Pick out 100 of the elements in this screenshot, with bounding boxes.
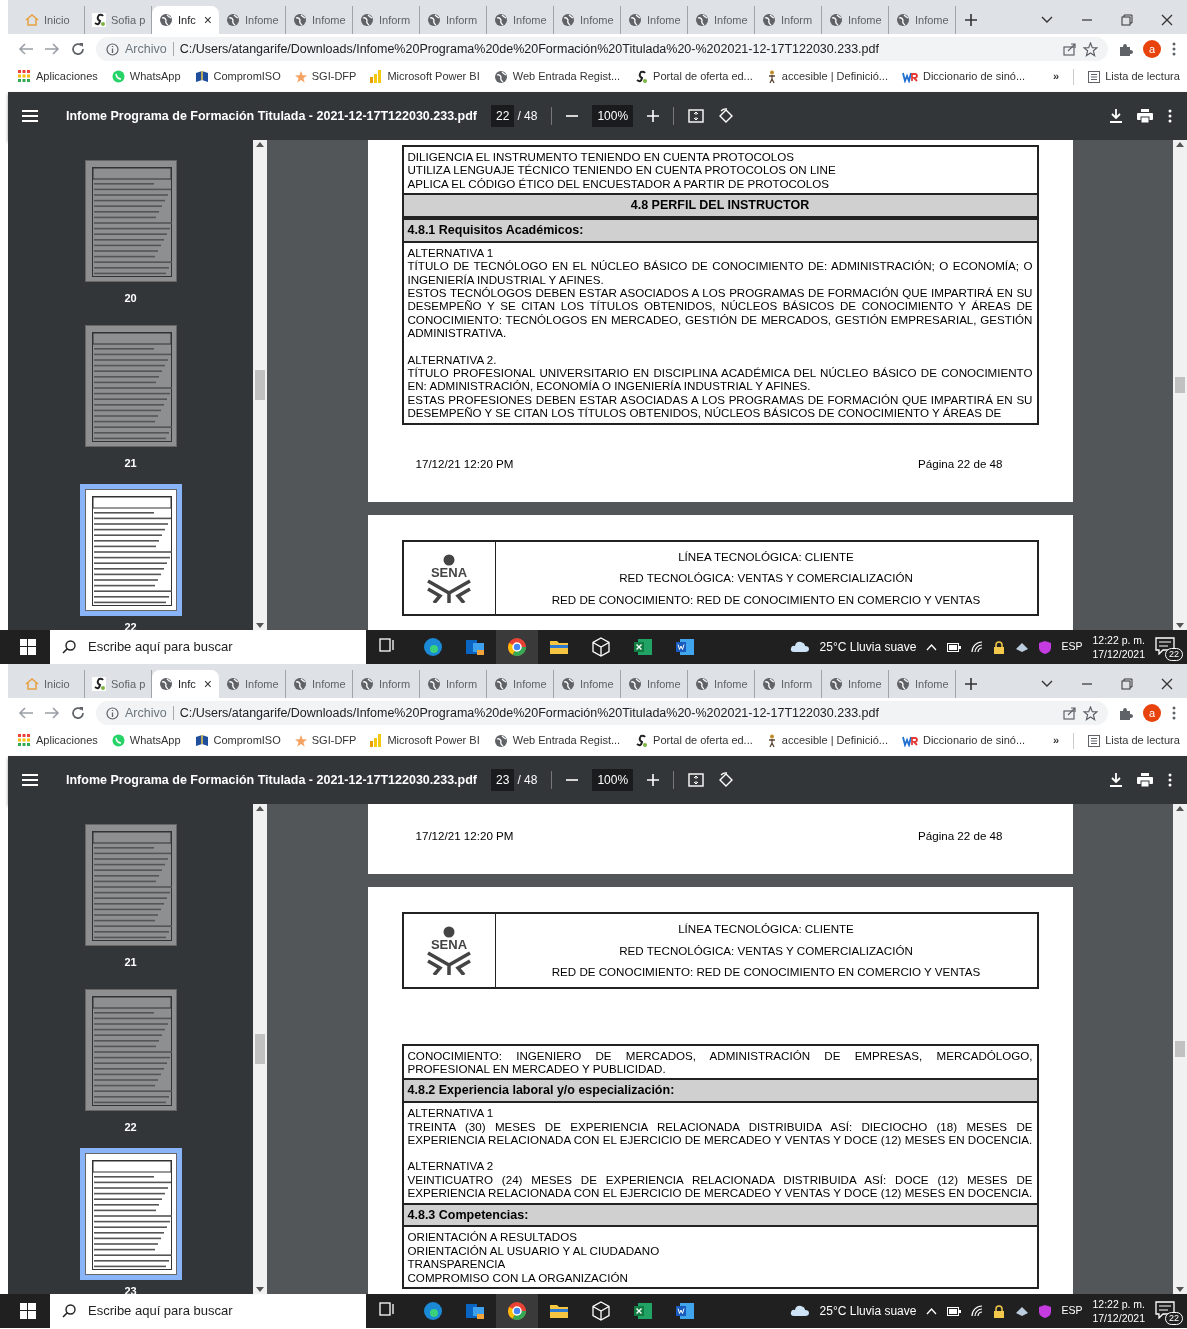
padlock-icon[interactable]	[993, 1304, 1006, 1318]
language-indicator[interactable]: ESP	[1061, 1303, 1083, 1319]
bookmark-link[interactable]: Web Entrada Regist...	[493, 68, 621, 85]
page-number-field[interactable]: 22	[491, 105, 515, 127]
scrollbar-thumb[interactable]	[1175, 377, 1185, 393]
edge-browser-icon[interactable]	[423, 637, 443, 657]
bookmark-link[interactable]: Diccionario de sinó...	[901, 732, 1026, 749]
scroll-down-icon[interactable]	[256, 623, 264, 628]
print-icon[interactable]	[1137, 773, 1153, 787]
browser-tab[interactable]: Inform	[353, 670, 420, 698]
bookmark-link[interactable]: Microsoft Power BI	[370, 68, 480, 85]
bookmark-link[interactable]: Portal de oferta ed...	[634, 68, 753, 85]
page-thumbnail[interactable]	[84, 160, 177, 282]
cube-icon[interactable]	[591, 637, 611, 657]
back-arrow-icon[interactable]	[18, 42, 34, 56]
zoom-in-icon[interactable]	[647, 110, 660, 122]
chrome-browser-icon[interactable]	[507, 1301, 527, 1321]
menu-icon[interactable]	[22, 110, 38, 122]
page-thumbnail[interactable]	[84, 988, 177, 1111]
browser-tab[interactable]: Infome	[487, 670, 554, 698]
address-bar[interactable]: Archivo C:/Users/atangarife/Downloads/Infome%20Programa%20de%20Formación%20Titulada%20-%202021-12-17T122030.233.pdf	[96, 37, 1108, 61]
zoom-field[interactable]: 100%	[592, 105, 634, 127]
bookmark-link[interactable]: WhatsApp	[111, 732, 181, 749]
mail-app-icon[interactable]	[465, 1301, 485, 1321]
browser-tab[interactable]: Infome	[621, 6, 688, 34]
weather-text[interactable]: 25°C Lluvia suave	[819, 638, 917, 656]
page-number-field[interactable]: 23	[491, 769, 515, 791]
scroll-up-icon[interactable]	[256, 806, 264, 811]
profile-avatar[interactable]: a	[1143, 704, 1161, 722]
address-bar[interactable]: Archivo C:/Users/atangarife/Downloads/Infome%20Programa%20de%20Formación%20Titulada%20-%202021-12-17T122030.233.pdf	[96, 701, 1108, 725]
bookmark-link[interactable]: Microsoft Power BI	[370, 732, 480, 749]
battery-icon[interactable]	[947, 642, 962, 652]
profile-avatar[interactable]: a	[1143, 40, 1161, 58]
shield-icon[interactable]	[1039, 1304, 1052, 1318]
download-icon[interactable]	[1109, 773, 1123, 787]
more-bookmarks-button[interactable]: »	[1053, 68, 1060, 85]
close-icon[interactable]: ×	[203, 9, 212, 31]
chevron-up-icon[interactable]	[926, 643, 938, 651]
scrollbar-thumb[interactable]	[255, 1034, 265, 1064]
back-arrow-icon[interactable]	[18, 706, 34, 720]
chevron-up-icon[interactable]	[926, 1307, 938, 1315]
edge-browser-icon[interactable]	[423, 1301, 443, 1321]
star-outline-icon[interactable]	[1083, 705, 1098, 721]
browser-tab[interactable]: Infome	[688, 670, 755, 698]
search-bar[interactable]: Escribe aquí para buscar	[50, 630, 366, 664]
browser-tab[interactable]: Inform	[755, 6, 822, 34]
bookmark-link[interactable]: Aplicaciones	[18, 732, 98, 749]
bookmark-link[interactable]: accesible | Definició...	[766, 68, 888, 85]
scroll-down-icon[interactable]	[256, 1287, 264, 1292]
document-app-icon[interactable]	[675, 637, 695, 657]
scroll-up-icon[interactable]	[256, 142, 264, 147]
reading-list-button[interactable]: Lista de lectura	[1088, 732, 1180, 749]
more-vertical-icon[interactable]	[1171, 41, 1177, 57]
padlock-icon[interactable]	[993, 640, 1006, 654]
scroll-down-icon[interactable]	[1176, 1287, 1184, 1292]
windows-logo-icon[interactable]	[20, 1303, 36, 1319]
document-app-icon[interactable]	[675, 1301, 695, 1321]
browser-tab[interactable]: Infome	[219, 6, 286, 34]
forward-arrow-icon[interactable]	[44, 42, 60, 56]
browser-tab[interactable]: Infome	[219, 670, 286, 698]
fit-page-icon[interactable]	[688, 773, 705, 787]
bookmark-link[interactable]: accesible | Definició...	[766, 732, 888, 749]
battery-icon[interactable]	[947, 1306, 962, 1316]
browser-tab[interactable]: Infome	[822, 670, 889, 698]
close-icon[interactable]: ×	[203, 673, 212, 695]
forward-arrow-icon[interactable]	[44, 706, 60, 720]
browser-tab[interactable]: Infome	[286, 670, 353, 698]
reload-icon[interactable]	[70, 705, 86, 721]
browser-tab[interactable]: Inicio	[18, 670, 85, 698]
bookmark-link[interactable]: CompromISO	[194, 732, 281, 749]
browser-tab[interactable]: Infome	[286, 6, 353, 34]
puzzle-icon[interactable]	[1118, 41, 1133, 57]
browser-tab[interactable]: Infome	[822, 6, 889, 34]
browser-tab[interactable]: Infome	[688, 6, 755, 34]
scroll-up-icon[interactable]	[1176, 142, 1184, 147]
search-field[interactable]: Escribe aquí para buscar	[86, 636, 354, 658]
browser-tab[interactable]: Infome	[889, 670, 956, 698]
more-vertical-icon[interactable]	[1167, 772, 1173, 788]
share-icon[interactable]	[1063, 42, 1077, 56]
mail-app-icon[interactable]	[465, 637, 485, 657]
scroll-down-icon[interactable]	[1176, 623, 1184, 628]
clock-date[interactable]: 17/12/2021	[1092, 1311, 1145, 1325]
search-field[interactable]: Escribe aquí para buscar	[86, 1300, 354, 1322]
rotate-icon[interactable]	[718, 772, 735, 788]
browser-tab[interactable]: Infome	[621, 670, 688, 698]
language-indicator[interactable]: ESP	[1061, 639, 1083, 655]
browser-tab[interactable]: Infome	[554, 670, 621, 698]
cube-icon[interactable]	[591, 1301, 611, 1321]
scroll-up-icon[interactable]	[1176, 806, 1184, 811]
browser-tab[interactable]: Infc ×	[152, 6, 219, 34]
cloud-rain-icon[interactable]	[789, 640, 810, 654]
bookmark-link[interactable]: SGI-DFP	[294, 732, 357, 749]
scrollbar-thumb[interactable]	[255, 370, 265, 400]
browser-tab[interactable]: Inform	[420, 6, 487, 34]
browser-tab[interactable]: Infome	[487, 6, 554, 34]
browser-tab[interactable]: Infome	[554, 6, 621, 34]
browser-tab[interactable]: Sofia p	[85, 670, 152, 698]
shield-icon[interactable]	[1039, 640, 1052, 654]
windows-logo-icon[interactable]	[20, 639, 36, 655]
star-outline-icon[interactable]	[1083, 41, 1098, 57]
